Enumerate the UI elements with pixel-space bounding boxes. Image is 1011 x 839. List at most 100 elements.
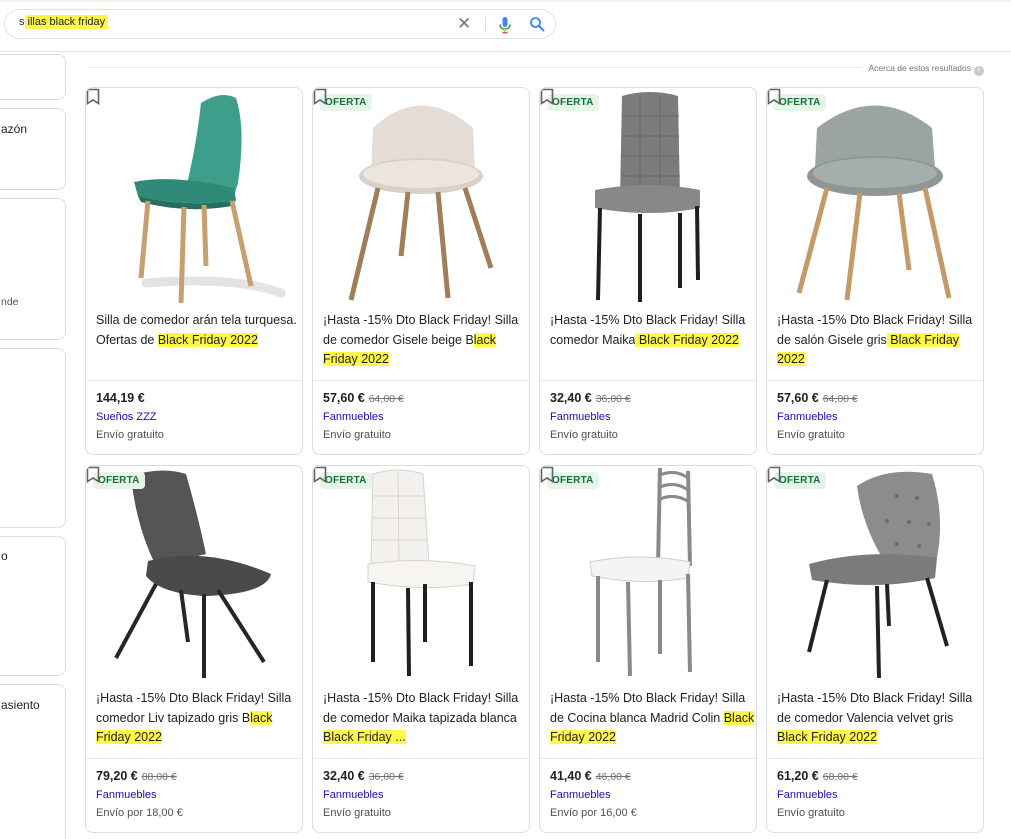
divider	[540, 758, 756, 759]
product-title[interactable]: Silla de comedor arán tela turquesa. Ofe…	[96, 311, 302, 350]
bookmark-icon[interactable]	[767, 88, 781, 105]
old-price: 64,00 €	[822, 393, 858, 405]
bookmark-icon[interactable]	[767, 466, 781, 483]
old-price: 68,00 €	[822, 771, 858, 783]
title-highlight: Black Friday 2022	[157, 332, 258, 347]
product-image: OFERTA	[313, 466, 529, 684]
title-highlight: Black Friday 2022	[777, 730, 878, 744]
product-card[interactable]: OFERTA ¡Hasta -15% Dto Black Friday! Sil…	[312, 87, 530, 455]
about-results-label: Acerca de estos resultados	[868, 63, 971, 73]
product-price: 32,40 €36,00 €	[550, 391, 631, 405]
product-price: 57,60 €64,00 €	[323, 391, 404, 405]
bookmark-icon[interactable]	[313, 466, 327, 483]
bookmark-icon[interactable]	[313, 88, 327, 105]
product-price: 61,20 €68,00 €	[777, 769, 858, 783]
product-shipping: Envío gratuito	[777, 807, 845, 819]
grey-velvet-chair-image	[796, 105, 952, 301]
offer-badge: OFERTA	[320, 472, 372, 489]
divider	[86, 758, 302, 759]
product-title[interactable]: ¡Hasta -15% Dto Black Friday! Silla come…	[96, 689, 302, 748]
bookmark-icon[interactable]	[86, 466, 100, 483]
filter-label: azón	[1, 122, 28, 136]
product-title[interactable]: ¡Hasta -15% Dto Black Friday! Silla de c…	[323, 689, 529, 748]
product-card[interactable]: OFERTA ¡Hasta -15% Dto Black Friday! Sil…	[539, 465, 757, 833]
divider	[87, 67, 861, 68]
price-value: 144,19 €	[96, 391, 145, 405]
product-seller[interactable]: Fanmuebles	[777, 789, 838, 801]
product-card[interactable]: OFERTA ¡Hasta -15% Dto Black Friday! Sil…	[766, 87, 984, 455]
price-value: 57,60 €	[777, 391, 819, 405]
product-seller[interactable]: Fanmuebles	[323, 789, 384, 801]
divider	[767, 380, 983, 381]
product-image: OFERTA	[86, 466, 302, 684]
product-price: 32,40 €36,00 €	[323, 769, 404, 783]
search-header: s illas black friday ✕	[0, 0, 1011, 52]
product-card[interactable]: OFERTA ¡Hasta -15% Dto Black Friday! Sil…	[539, 87, 757, 455]
search-icon[interactable]	[529, 16, 545, 32]
offer-badge: OFERTA	[320, 94, 372, 111]
product-shipping: Envío por 18,00 €	[96, 807, 183, 819]
offer-badge: OFERTA	[774, 472, 826, 489]
bookmark-icon[interactable]	[86, 88, 100, 105]
product-image: OFERTA	[540, 88, 756, 306]
product-title[interactable]: ¡Hasta -15% Dto Black Friday! Silla come…	[550, 311, 756, 350]
product-title[interactable]: ¡Hasta -15% Dto Black Friday! Silla de c…	[777, 689, 983, 748]
divider	[540, 380, 756, 381]
kitchen-chair-image	[589, 467, 692, 677]
divider	[313, 380, 529, 381]
product-price: 144,19 €	[96, 391, 145, 405]
bookmark-icon[interactable]	[540, 88, 554, 105]
price-value: 79,20 €	[96, 769, 138, 783]
product-seller[interactable]: Fanmuebles	[96, 789, 157, 801]
about-results-link[interactable]: Acerca de estos resultados i	[868, 63, 984, 76]
filter-label: o	[1, 549, 8, 563]
microphone-icon[interactable]	[497, 16, 513, 34]
title-highlight: Black Friday ...	[323, 730, 406, 744]
product-card[interactable]: OFERTA ¡Hasta -15% Dto Black Friday! Sil…	[312, 465, 530, 833]
product-title[interactable]: ¡Hasta -15% Dto Black Friday! Silla de s…	[777, 311, 983, 370]
product-shipping: Envío gratuito	[96, 429, 164, 441]
old-price: 88,00 €	[141, 771, 177, 783]
filter-panel[interactable]: nde	[0, 198, 66, 340]
offer-badge: OFERTA	[547, 94, 599, 111]
filter-label: nde	[1, 296, 19, 308]
filter-panel[interactable]: azón	[0, 108, 66, 190]
bookmark-icon[interactable]	[540, 466, 554, 483]
product-seller[interactable]: Fanmuebles	[550, 789, 611, 801]
product-card[interactable]: Silla de comedor arán tela turquesa. Ofe…	[85, 87, 303, 455]
product-seller[interactable]: Fanmuebles	[323, 411, 384, 423]
price-value: 32,40 €	[550, 391, 592, 405]
filter-panel[interactable]: o	[0, 536, 66, 676]
info-icon: i	[974, 66, 984, 76]
clear-icon[interactable]: ✕	[457, 15, 471, 33]
product-card[interactable]: OFERTA ¡Hasta -15% Dto Black Friday! Sil…	[766, 465, 984, 833]
beige-chair-image	[348, 105, 494, 301]
offer-badge: OFERTA	[547, 472, 599, 489]
product-seller[interactable]: Sueños ZZZ	[96, 411, 157, 423]
search-box[interactable]: s illas black friday ✕	[4, 9, 556, 39]
divider	[86, 380, 302, 381]
product-seller[interactable]: Fanmuebles	[550, 411, 611, 423]
product-price: 79,20 €88,00 €	[96, 769, 177, 783]
divider	[767, 758, 983, 759]
product-title[interactable]: ¡Hasta -15% Dto Black Friday! Silla de C…	[550, 689, 756, 748]
white-chair-image	[367, 469, 476, 677]
offer-badge: OFERTA	[93, 472, 145, 489]
product-title[interactable]: ¡Hasta -15% Dto Black Friday! Silla de c…	[323, 311, 529, 370]
product-shipping: Envío por 16,00 €	[550, 807, 637, 819]
dark-grey-chair-image	[114, 470, 271, 678]
old-price: 36,00 €	[368, 771, 404, 783]
filter-panel[interactable]	[0, 54, 66, 100]
product-seller[interactable]: Fanmuebles	[777, 411, 838, 423]
price-value: 32,40 €	[323, 769, 365, 783]
divider	[313, 758, 529, 759]
old-price: 36,00 €	[595, 393, 631, 405]
filter-panel[interactable]	[0, 348, 66, 528]
product-shipping: Envío gratuito	[323, 807, 391, 819]
search-input[interactable]: s illas black friday	[19, 15, 109, 29]
product-shipping: Envío gratuito	[550, 429, 618, 441]
grey-chair-image	[595, 92, 700, 302]
filter-panel[interactable]: asiento	[0, 684, 66, 839]
product-image: OFERTA	[767, 466, 983, 684]
product-card[interactable]: OFERTA ¡Hasta -15% Dto Black Friday! Sil…	[85, 465, 303, 833]
